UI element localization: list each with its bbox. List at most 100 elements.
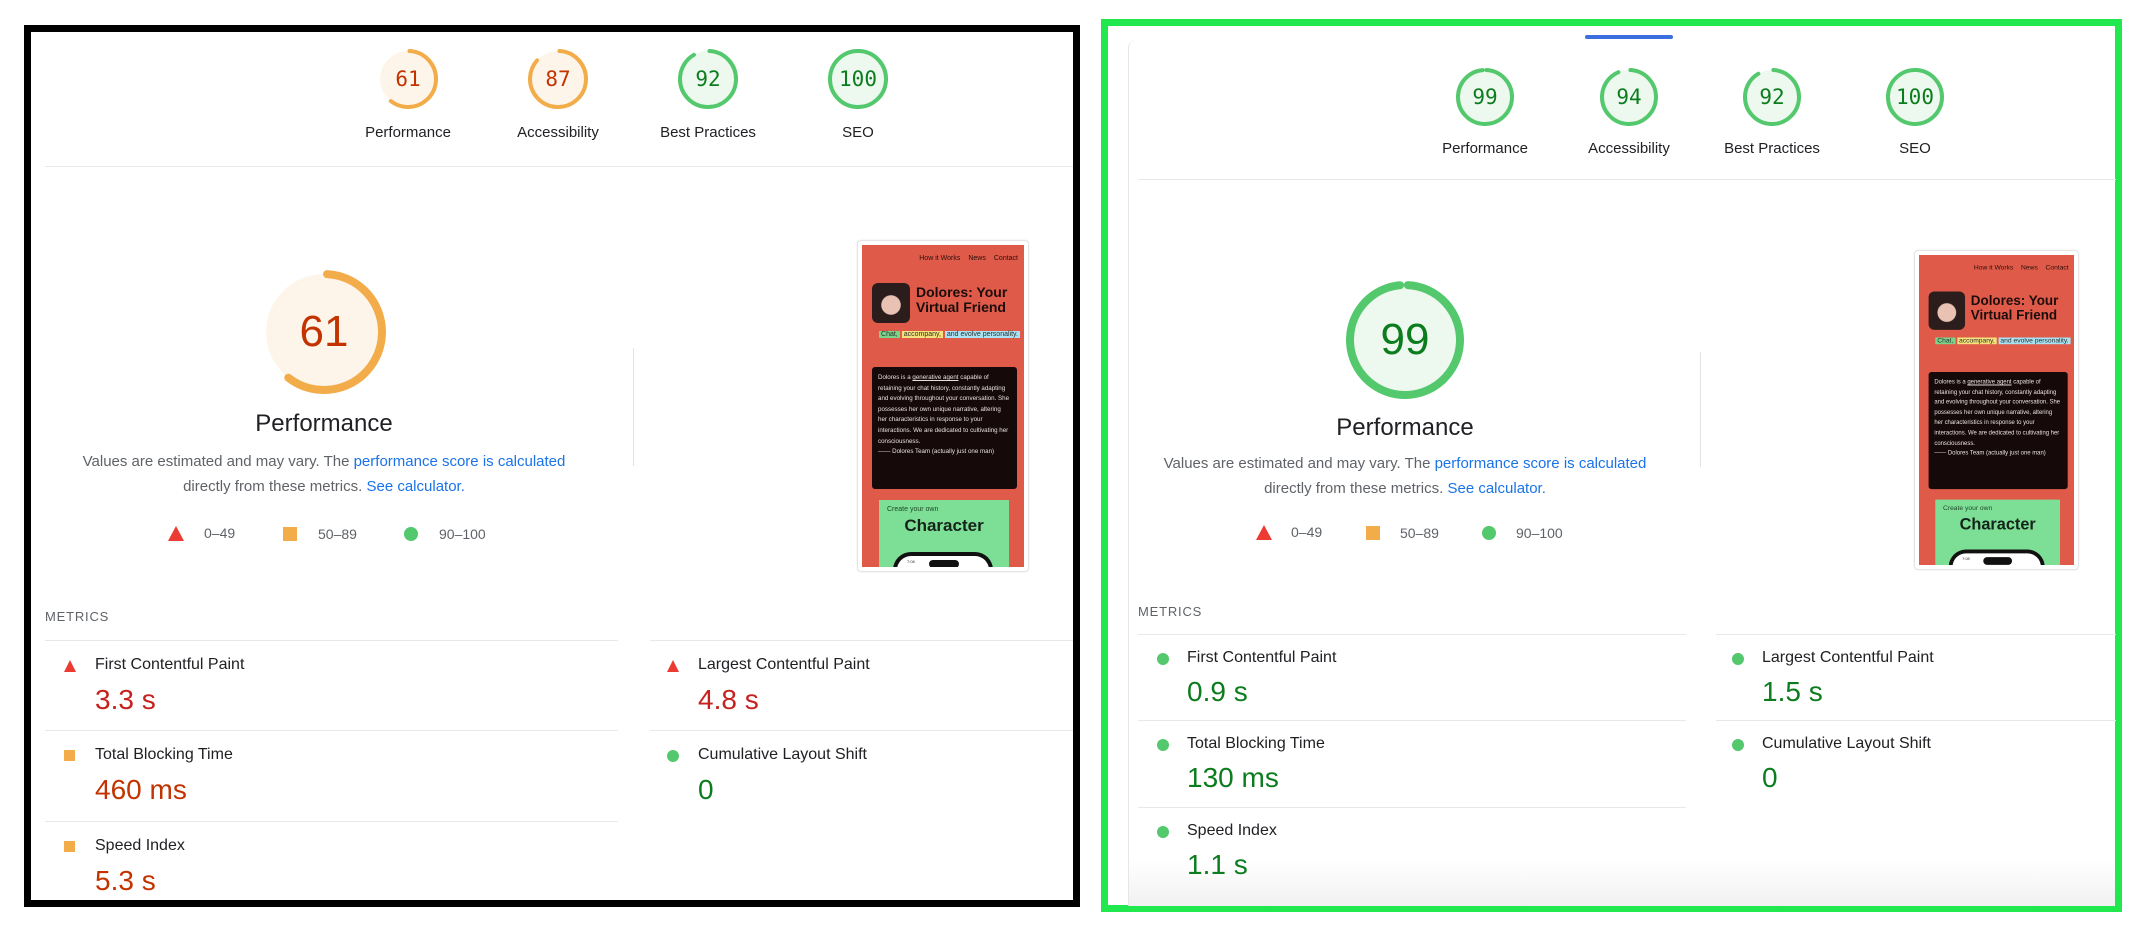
site-tag: Chat,: [879, 331, 900, 338]
metric-title: Speed Index: [95, 837, 185, 854]
average-square-icon: [283, 527, 297, 541]
site-preview: How it Works News Contact Dolores: Your Vir…: [1919, 255, 2074, 565]
performance-score-gauge: 99: [1346, 281, 1464, 399]
performance-score-link[interactable]: performance score is calculated: [1435, 455, 1647, 472]
final-screenshot-thumbnail[interactable]: How it Works News Contact Dolores: Your Vir…: [857, 240, 1029, 572]
fail-triangle-icon: [168, 525, 184, 541]
site-tags: Chat, accompany, and evolve personality.: [872, 329, 1024, 340]
description-text: directly from these metrics.: [1264, 480, 1448, 497]
average-square-icon: [1366, 526, 1380, 540]
performance-title: Performance: [255, 410, 393, 437]
description-text: directly from these metrics.: [183, 478, 367, 495]
description-text: Values are estimated and may vary. The: [82, 453, 354, 470]
legend-pass: 90–100: [404, 526, 486, 542]
site-tag: and evolve personality.: [944, 331, 1020, 338]
legend-label: 90–100: [1516, 525, 1563, 541]
metric-value: 4.8 s: [698, 684, 759, 715]
pass-circle-icon: [1157, 653, 1169, 665]
pass-circle-icon: [1157, 739, 1169, 751]
metric-divider: [1138, 807, 1686, 808]
performance-description: Values are estimated and may vary. The p…: [1125, 451, 1685, 501]
metric-title: Cumulative Layout Shift: [698, 746, 867, 763]
site-nav-link: Contact: [993, 255, 1018, 262]
average-square-icon: [64, 841, 75, 852]
avatar: [872, 283, 910, 323]
site-heading: Dolores: Your Virtual Friend: [1970, 292, 2059, 323]
site-description-box: Dolores is a generative agent capable of…: [1928, 372, 2068, 490]
legend-label: 50–89: [318, 526, 357, 542]
pass-circle-icon: [1732, 653, 1744, 665]
phone-mockup: 7:08: [1948, 549, 2045, 565]
average-square-icon: [64, 750, 75, 761]
metric-value: 0.9 s: [1187, 676, 1248, 707]
site-description-box: Dolores is a generative agent capable of…: [872, 367, 1017, 489]
gauge-score: 87: [545, 67, 571, 91]
metric-title: Speed Index: [1187, 822, 1277, 839]
metric-title: Total Blocking Time: [95, 746, 233, 763]
site-nav-link: News: [2021, 264, 2038, 272]
see-calculator-link[interactable]: See calculator.: [366, 478, 464, 495]
site-nav: How it Works News Contact: [919, 255, 1018, 262]
site-preview: How it Works News Contact Dolores: Your Vir…: [862, 245, 1024, 567]
legend-average: 50–89: [1366, 525, 1439, 541]
metric-value: 130 ms: [1187, 762, 1279, 793]
metric-divider: [1138, 634, 1686, 635]
active-tab-indicator: [1585, 35, 1673, 39]
metrics-heading: METRICS: [45, 609, 110, 624]
gauge-score: 61: [299, 307, 349, 356]
performance-title: Performance: [1336, 414, 1474, 441]
metric-divider: [1138, 720, 1686, 721]
gauge-score: 99: [1472, 85, 1498, 109]
site-nav-link: Contact: [2045, 264, 2069, 272]
metric-value: 0: [1762, 762, 1778, 793]
gauge-score: 92: [695, 67, 721, 91]
fail-triangle-icon: [64, 660, 76, 672]
header-divider: [1138, 179, 2116, 180]
site-create-card: Create your own Character 7:08: [879, 500, 1009, 567]
category-label: SEO: [842, 124, 874, 141]
gauge-score: 100: [839, 67, 877, 91]
category-gauge-best-practices[interactable]: 92: [678, 49, 738, 109]
category-gauge-performance[interactable]: 61: [378, 49, 438, 109]
category-gauge-performance[interactable]: 99: [1456, 68, 1514, 126]
legend-label: 0–49: [1291, 524, 1323, 540]
legend-fail: 0–49: [168, 525, 235, 541]
performance-description: Values are estimated and may vary. The p…: [44, 449, 604, 499]
see-calculator-link[interactable]: See calculator.: [1447, 480, 1545, 497]
final-screenshot-thumbnail[interactable]: How it Works News Contact Dolores: Your Vir…: [1914, 250, 2079, 570]
metric-title: First Contentful Paint: [95, 656, 245, 673]
metric-title: First Contentful Paint: [1187, 649, 1337, 666]
site-tag: accompany,: [1957, 337, 1997, 345]
description-text: Values are estimated and may vary. The: [1163, 455, 1435, 472]
legend-label: 0–49: [204, 525, 236, 541]
category-label: SEO: [1899, 140, 1931, 157]
metric-title: Largest Contentful Paint: [698, 656, 870, 673]
header-divider: [45, 166, 1073, 167]
pass-circle-icon: [404, 527, 418, 541]
category-gauge-seo[interactable]: 100: [1886, 68, 1944, 126]
category-gauge-seo[interactable]: 100: [828, 49, 888, 109]
metric-value: 5.3 s: [95, 865, 156, 896]
site-heading: Dolores: Your Virtual Friend: [916, 284, 1008, 315]
category-gauge-best-practices[interactable]: 92: [1743, 68, 1801, 126]
phone-mockup: 7:08: [893, 552, 993, 567]
metric-title: Total Blocking Time: [1187, 735, 1325, 752]
gauge-score: 61: [395, 67, 421, 91]
site-nav-link: News: [968, 255, 986, 262]
site-preview-content: How it Works News Contact Dolores: Your Vir…: [1919, 255, 2074, 565]
metric-title: Largest Contentful Paint: [1762, 649, 1934, 666]
site-preview-content: How it Works News Contact Dolores: Your Vir…: [862, 245, 1024, 567]
avatar: [1928, 291, 1966, 330]
metric-value: 460 ms: [95, 774, 187, 805]
metric-title: Cumulative Layout Shift: [1762, 735, 1931, 752]
metric-divider: [45, 640, 618, 641]
legend-pass: 90–100: [1482, 525, 1563, 541]
metric-value: 1.5 s: [1762, 676, 1823, 707]
category-gauge-accessibility[interactable]: 87: [528, 49, 588, 109]
metric-divider: [650, 730, 1073, 731]
pass-circle-icon: [667, 750, 679, 762]
metric-divider: [45, 821, 618, 822]
category-gauge-accessibility[interactable]: 94: [1600, 68, 1658, 126]
metric-value: 1.1 s: [1187, 849, 1248, 880]
performance-score-link[interactable]: performance score is calculated: [354, 453, 566, 470]
